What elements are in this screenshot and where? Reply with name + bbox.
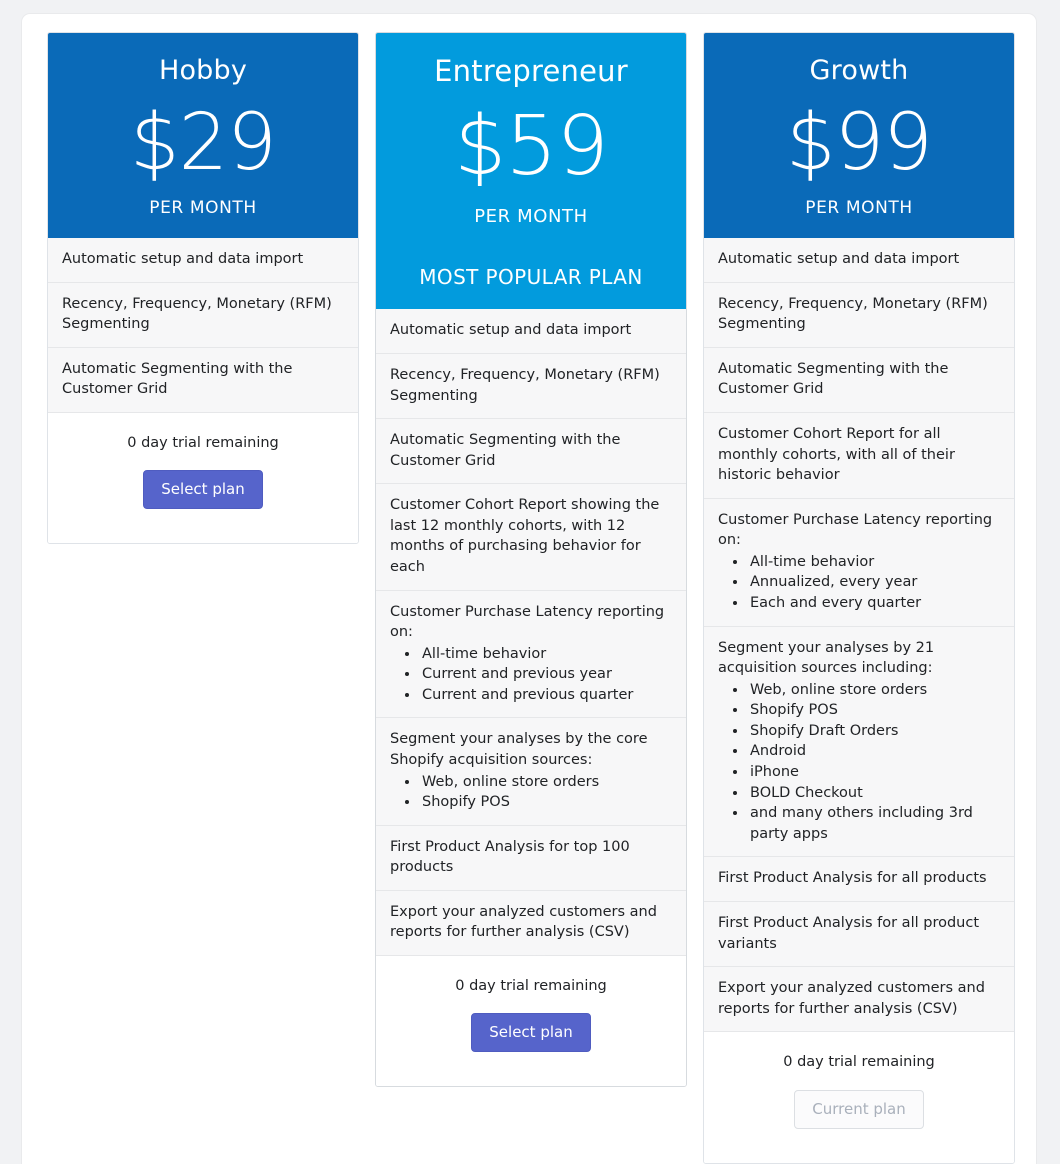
feature-sublist-item: BOLD Checkout [748,783,1000,804]
feature-sublist: Web, online store ordersShopify POSShopi… [718,680,1000,845]
feature-row: First Product Analysis for all products [704,857,1014,902]
feature-sublist-item: Web, online store orders [420,772,672,793]
feature-sublist: All-time behaviorAnnualized, every yearE… [718,552,1000,614]
feature-text: Segment your analyses by the core Shopif… [390,731,648,769]
feature-sublist-item: Shopify POS [420,792,672,813]
feature-text: Export your analyzed customers and repor… [718,980,985,1017]
feature-sublist-item: Shopify Draft Orders [748,721,1000,742]
feature-row: Customer Cohort Report showing the last … [376,484,686,591]
plan-price: $59 [454,99,609,195]
feature-row: Recency, Frequency, Monetary (RFM) Segme… [376,353,686,420]
pricing-plans-row: Hobby $29 PER MONTH Automatic setup and dat… [22,14,1036,1164]
plan-name: Growth [809,55,909,86]
select-plan-button[interactable]: Select plan [143,470,263,510]
plan-name: Entrepreneur [434,54,628,88]
feature-text: Automatic Segmenting with the Customer G… [62,360,293,398]
feature-row: Customer Purchase Latency reporting on:A… [376,590,686,719]
feature-sublist-item: Each and every quarter [748,593,1000,614]
trial-remaining-text: 0 day trial remaining [783,1054,935,1071]
feature-row: Automatic setup and data import [704,238,1014,283]
feature-text: Customer Cohort Report for all monthly c… [718,425,955,484]
feature-sublist: All-time behaviorCurrent and previous ye… [390,644,672,706]
feature-sublist-item: Annualized, every year [748,572,1000,593]
feature-sublist-item: All-time behavior [420,644,672,665]
feature-text: Segment your analyses by 21 acquisition … [718,639,935,677]
feature-sublist-item: All-time behavior [748,552,1000,573]
most-popular-badge: MOST POPULAR PLAN [419,265,643,290]
plan-period: PER MONTH [805,198,913,219]
feature-sublist-item: and many others including 3rd party apps [748,803,1000,844]
plan-price: $99 [786,98,933,189]
plan-card-entrepreneur: Entrepreneur $59 PER MONTH MOST POPULAR PLA… [375,32,687,1088]
feature-text: Automatic Segmenting with the Customer G… [390,432,621,469]
feature-row: Export your analyzed customers and repor… [704,967,1014,1033]
feature-row: Recency, Frequency, Monetary (RFM) Segme… [704,282,1014,348]
current-plan-button: Current plan [794,1089,924,1129]
plan-feature-list: Automatic setup and data import Recency, … [376,309,686,957]
feature-text: Customer Cohort Report showing the last … [390,497,660,575]
plan-period: PER MONTH [149,198,257,219]
feature-sublist: Web, online store ordersShopify POS [390,772,672,813]
feature-sublist-item: Shopify POS [748,700,1000,721]
plan-card-hobby: Hobby $29 PER MONTH Automatic setup and dat… [47,32,359,545]
feature-text: Automatic Segmenting with the Customer G… [718,360,949,398]
feature-text: Customer Purchase Latency reporting on: [718,511,993,549]
feature-sublist-item: iPhone [748,762,1000,783]
feature-text: First Product Analysis for top 100 produ… [390,838,630,876]
feature-row: Automatic Segmenting with the Customer G… [704,347,1014,413]
plan-feature-list: Automatic setup and data import Recency, … [704,238,1014,1033]
feature-row: Automatic setup and data import [376,309,686,354]
feature-row: Automatic Segmenting with the Customer G… [48,347,358,413]
feature-row: Segment your analyses by 21 acquisition … [704,626,1014,858]
feature-row: First Product Analysis for top 100 produ… [376,825,686,891]
feature-row: Customer Purchase Latency reporting on:A… [704,498,1014,627]
feature-text: Automatic setup and data import [62,251,304,268]
plan-feature-list: Automatic setup and data import Recency, … [48,238,358,413]
plan-price: $29 [130,98,277,189]
feature-row: First Product Analysis for all product v… [704,901,1014,968]
feature-row: Recency, Frequency, Monetary (RFM) Segme… [48,282,358,348]
plan-name: Hobby [158,55,248,86]
feature-row: Automatic setup and data import [48,238,358,283]
plan-footer: 0 day trial remaining Current plan [704,1032,1014,1163]
plan-footer: 0 day trial remaining Select plan [376,956,686,1087]
feature-row: Segment your analyses by the core Shopif… [376,718,686,826]
select-plan-button[interactable]: Select plan [471,1013,591,1053]
plan-header: Hobby $29 PER MONTH [48,33,358,239]
trial-remaining-text: 0 day trial remaining [127,434,279,451]
feature-text: Automatic setup and data import [390,322,632,339]
feature-text: First Product Analysis for all product v… [718,914,980,952]
trial-remaining-text: 0 day trial remaining [455,978,607,995]
plan-header: Entrepreneur $59 PER MONTH MOST POPULAR PLA… [376,33,686,310]
feature-sublist-item: Current and previous quarter [420,685,672,706]
feature-sublist-item: Current and previous year [420,664,672,685]
feature-row: Customer Cohort Report for all monthly c… [704,412,1014,499]
plan-card-growth: Growth $99 PER MONTH Automatic setup and da… [703,32,1015,1164]
plan-footer: 0 day trial remaining Select plan [48,412,358,544]
feature-row: Export your analyzed customers and repor… [376,890,686,957]
feature-text: First Product Analysis for all products [718,870,987,887]
feature-sublist-item: Web, online store orders [748,680,1000,701]
feature-text: Recency, Frequency, Monetary (RFM) Segme… [62,295,332,333]
feature-text: Export your analyzed customers and repor… [390,903,657,941]
feature-text: Automatic setup and data import [718,251,960,268]
feature-text: Customer Purchase Latency reporting on: [390,603,665,641]
plan-period: PER MONTH [474,206,588,228]
feature-text: Recency, Frequency, Monetary (RFM) Segme… [718,295,988,333]
plan-header: Growth $99 PER MONTH [704,33,1014,239]
feature-sublist-item: Android [748,741,1000,762]
feature-row: Automatic Segmenting with the Customer G… [376,419,686,485]
pricing-panel: Hobby $29 PER MONTH Automatic setup and dat… [22,14,1036,1164]
feature-text: Recency, Frequency, Monetary (RFM) Segme… [390,366,660,404]
